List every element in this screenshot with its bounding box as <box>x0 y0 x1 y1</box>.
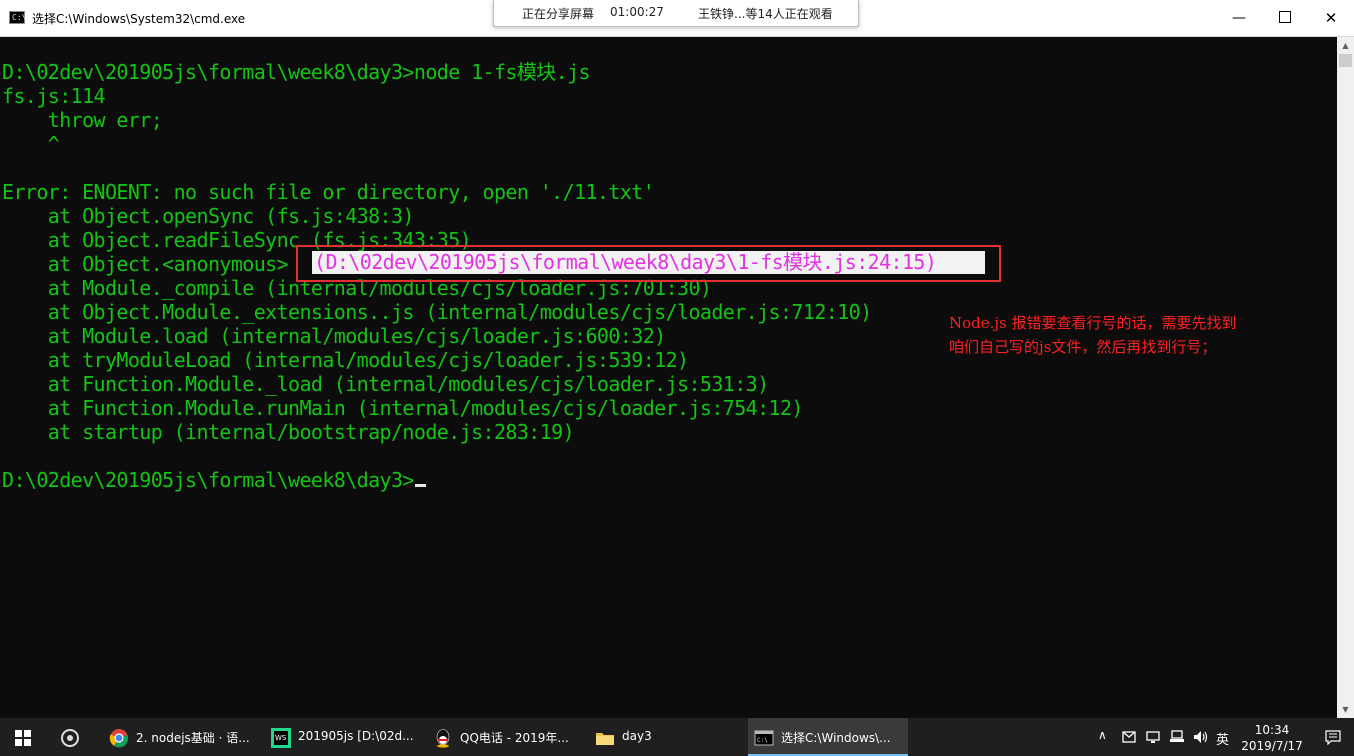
cmd-icon: C:\ <box>754 730 774 746</box>
taskbar-item-label: 2. nodejs基础 · 语... <box>136 731 250 745</box>
window-title: 选择C:\Windows\System32\cmd.exe <box>32 12 246 26</box>
system-clock[interactable]: 10:34 2019/7/17 <box>1236 722 1308 754</box>
folder-icon <box>596 733 614 745</box>
command-prompt[interactable]: D:\02dev\201905js\formal\week8\day3> <box>2 468 426 492</box>
annotation-text-line-1: Node.js 报错要查看行号的话，需要先找到 <box>949 314 1237 332</box>
windows-logo-icon <box>15 730 22 737</box>
ime-label: 英 <box>1216 733 1230 748</box>
windows-logo-icon-part <box>24 739 31 746</box>
stack-trace-line: at Object.Module._extensions..js (intern… <box>2 300 872 324</box>
share-elapsed-time: 01:00:27 <box>610 5 664 19</box>
speaker-icon <box>1194 731 1208 743</box>
stack-trace-line: at startup (internal/bootstrap/node.js:2… <box>2 420 575 444</box>
stack-trace-line: at tryModuleLoad (internal/modules/cjs/l… <box>2 348 689 372</box>
chrome-icon <box>109 729 129 748</box>
windows-logo-icon-part <box>24 730 31 737</box>
console-line: fs.js:114 <box>2 84 106 108</box>
svg-text:WS: WS <box>275 734 287 742</box>
taskbar-item-qq[interactable]: QQ电话 - 2019年... <box>424 718 584 756</box>
taskbar-item-chrome[interactable]: 2. nodejs基础 · 语... <box>100 718 260 756</box>
console-line: throw err; <box>2 108 163 132</box>
stack-trace-line: at Module.load (internal/modules/cjs/loa… <box>2 324 666 348</box>
console-line: D:\02dev\201905js\formal\week8\day3>node… <box>2 60 591 84</box>
stack-trace-line: at Function.Module._load (internal/modul… <box>2 372 769 396</box>
screen-share-bar[interactable]: 正在分享屏幕 01:00:27 王铁铮...等14人正在观看 <box>493 0 859 27</box>
qq-icon <box>436 729 450 748</box>
console-line: ^ <box>2 132 60 156</box>
taskbar-item-cmd[interactable]: C:\ 选择C:\Windows\... <box>748 718 908 756</box>
error-message-line: Error: ENOENT: no such file or directory… <box>2 180 655 204</box>
taskbar: 2. nodejs基础 · 语... WS 201905js [D:\02d..… <box>0 718 1354 756</box>
minimize-button[interactable]: — <box>1216 0 1262 36</box>
stack-trace-line: at Object.<anonymous> <box>2 252 300 276</box>
network-icon[interactable] <box>1143 718 1163 756</box>
taskbar-item-webstorm[interactable]: WS 201905js [D:\02d... <box>262 718 422 756</box>
cmd-icon: C:\ <box>9 11 26 24</box>
taskbar-item-label: 201905js [D:\02d... <box>298 729 414 743</box>
stack-trace-line: at Object.openSync (fs.js:438:3) <box>2 204 415 228</box>
network-ethernet-icon[interactable] <box>1167 718 1187 756</box>
start-button[interactable] <box>0 718 48 756</box>
tray-app-icon-glyph <box>1122 731 1136 743</box>
annotation-red-box <box>296 245 1001 282</box>
scroll-down-arrow-icon[interactable]: ▼ <box>1337 701 1354 718</box>
notification-center-button[interactable] <box>1318 718 1348 756</box>
stack-trace-line: at Function.Module.runMain (internal/mod… <box>2 396 804 420</box>
show-hidden-icons-chevron-up-icon[interactable]: ∧ <box>1095 718 1113 756</box>
scroll-up-arrow-icon[interactable]: ▲ <box>1337 37 1354 54</box>
tray-app-icon[interactable] <box>1119 718 1139 756</box>
share-status: 正在分享屏幕 <box>522 7 595 21</box>
webstorm-icon: WS <box>271 728 291 748</box>
text-cursor <box>414 484 426 487</box>
vertical-scrollbar[interactable]: ▲ ▼ <box>1337 37 1354 718</box>
maximize-icon <box>1279 11 1291 23</box>
pinwheel-icon <box>61 729 79 747</box>
annotation-text-line-2: 咱们自己写的js文件，然后再找到行号； <box>949 338 1217 356</box>
windows-logo-icon-part <box>15 739 22 746</box>
close-button[interactable]: ✕ <box>1308 0 1354 36</box>
clock-date: 2019/7/17 <box>1241 739 1303 753</box>
share-viewers[interactable]: 王铁铮...等14人正在观看 <box>698 5 833 22</box>
svg-text:C:\: C:\ <box>757 737 768 744</box>
task-view-button[interactable] <box>48 718 96 756</box>
taskbar-item-label: day3 <box>622 729 652 743</box>
volume-icon[interactable] <box>1190 718 1212 756</box>
maximize-button[interactable] <box>1262 0 1308 36</box>
network-monitor-icon <box>1146 731 1160 743</box>
taskbar-item-folder[interactable]: day3 <box>586 718 746 756</box>
taskbar-item-label: 选择C:\Windows\... <box>781 731 891 745</box>
notification-icon <box>1325 730 1341 745</box>
prompt-path: D:\02dev\201905js\formal\week8\day3> <box>2 468 414 492</box>
input-method-indicator[interactable]: 英 <box>1214 718 1232 756</box>
scroll-thumb[interactable] <box>1339 54 1352 67</box>
clock-time: 10:34 <box>1254 723 1290 737</box>
taskbar-item-label: QQ电话 - 2019年... <box>460 731 569 745</box>
console-output[interactable]: D:\02dev\201905js\formal\week8\day3>node… <box>0 37 1337 718</box>
ethernet-icon <box>1170 730 1184 742</box>
